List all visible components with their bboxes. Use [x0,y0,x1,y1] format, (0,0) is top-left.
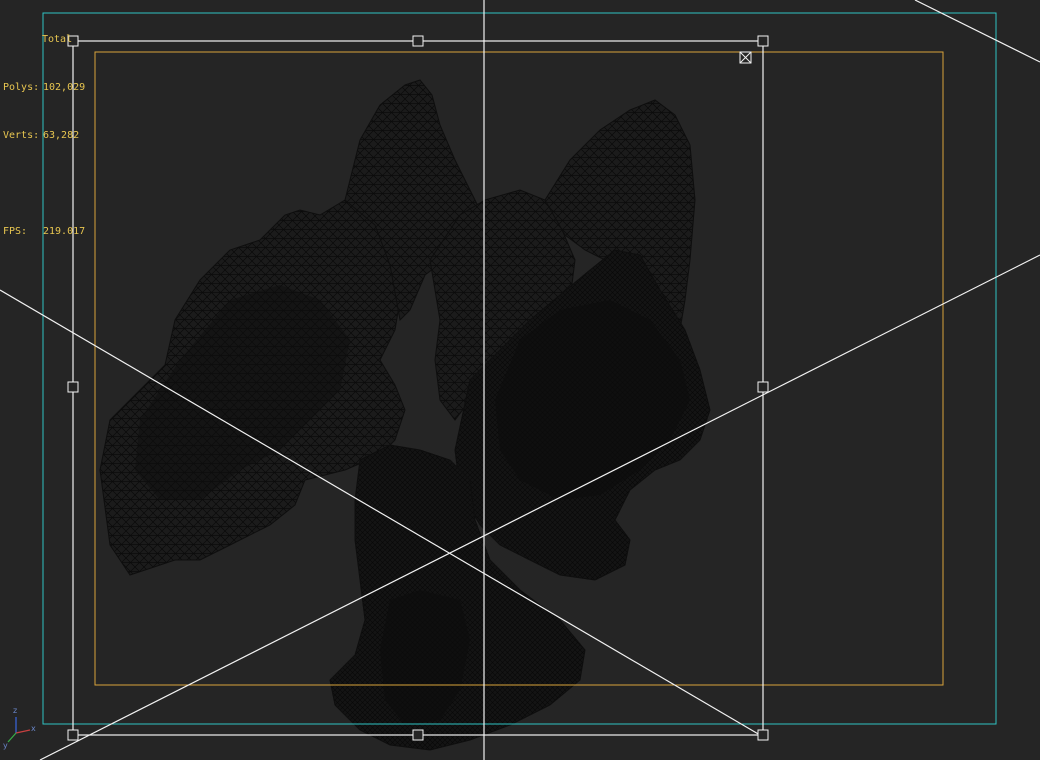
verts-value: 63,282 [43,130,80,141]
axis-gizmo-icon [7,717,31,743]
stats-polys-row: Polys: 102,029 [3,80,85,96]
polys-label: Polys: [3,82,40,93]
stats-verts-row: Verts: 63,282 [3,128,85,144]
viewport-statistics: Total Polys: 102,029 Verts: 63,282 FPS: 219… [3,0,85,272]
handle-bottom-right[interactable] [757,729,769,741]
handle-top-right[interactable] [757,35,769,47]
handle-middle-right[interactable] [757,381,769,393]
stats-fps-row: FPS: 219.017 [3,224,85,240]
handle-middle-left[interactable] [67,381,79,393]
handle-bottom-left[interactable] [67,729,79,741]
handle-top-center[interactable] [412,35,424,47]
perspective-viewport[interactable]: z x y Total Polys: 102,029 Verts: 63,282 F… [0,0,1040,760]
polys-value: 102,029 [43,82,86,93]
gizmo-x-label: x [31,724,36,733]
fps-label: FPS: [3,226,28,237]
scene-canvas[interactable] [0,0,1040,760]
fps-value: 219.017 [43,226,86,237]
handle-bottom-center[interactable] [412,729,424,741]
verts-label: Verts: [3,130,40,141]
close-box-icon[interactable] [739,51,752,64]
gizmo-y-label: y [3,741,8,750]
gizmo-z-label: z [13,706,18,715]
stats-spacer [3,176,85,192]
stats-title: Total [42,34,73,45]
rock-mesh[interactable] [99,79,711,751]
